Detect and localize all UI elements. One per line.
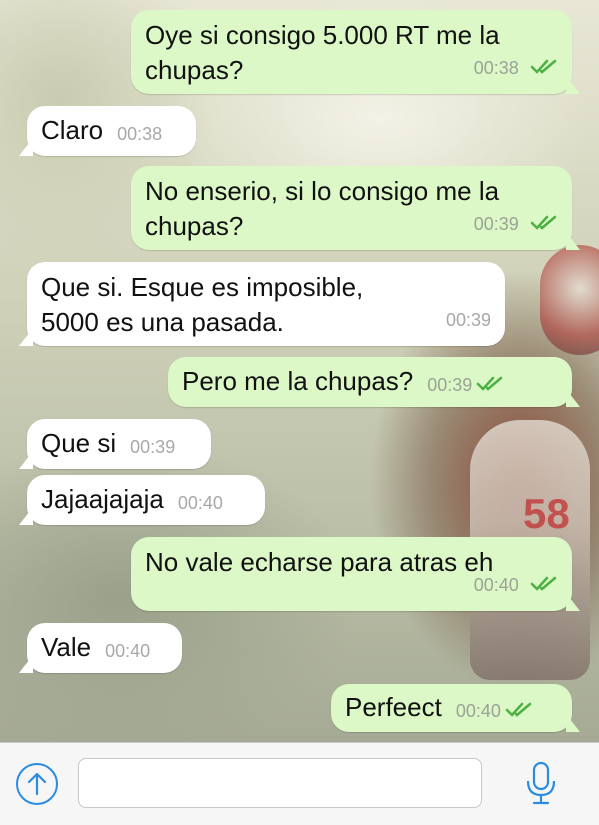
message-text: Jajaajajaja bbox=[41, 484, 164, 514]
message-text: Pero me la chupas? bbox=[182, 366, 414, 396]
bubble-tail bbox=[566, 593, 580, 611]
bubble-tail bbox=[566, 232, 580, 250]
message-text: No vale echarse para atras eh bbox=[145, 547, 494, 577]
message-meta: 00:40 bbox=[105, 631, 150, 669]
message-incoming[interactable]: Claro 00:38 bbox=[19, 106, 196, 156]
message-text: Que si bbox=[41, 428, 117, 458]
message-incoming[interactable]: Que si. Esque es imposible, 5000 es una … bbox=[19, 262, 505, 346]
bubble-tail bbox=[19, 328, 33, 346]
message-outgoing[interactable]: No vale echarse para atras eh 00:40 bbox=[131, 537, 580, 611]
message-outgoing[interactable]: Oye si consigo 5.000 RT me la chupas? 00… bbox=[131, 10, 580, 94]
bubble-tail bbox=[19, 655, 33, 673]
double-check-icon bbox=[477, 376, 503, 391]
message-meta: 00:39 bbox=[427, 365, 504, 403]
message-incoming[interactable]: Que si 00:39 bbox=[19, 419, 211, 469]
message-text: Claro bbox=[41, 115, 104, 145]
message-meta: 00:40 bbox=[178, 483, 223, 521]
message-text: Vale bbox=[41, 632, 92, 662]
message-text: Que si. Esque es imposible, 5000 es una … bbox=[41, 272, 364, 337]
message-time: 00:40 bbox=[177, 493, 223, 513]
message-time: 00:40 bbox=[473, 575, 519, 595]
bubble-tail bbox=[19, 507, 33, 525]
double-check-icon bbox=[530, 576, 557, 591]
message-meta: 00:40 bbox=[456, 691, 533, 729]
message-time: 00:39 bbox=[445, 310, 491, 330]
message-meta: 00:38 bbox=[474, 48, 558, 86]
message-incoming[interactable]: Jajaajajaja 00:40 bbox=[19, 475, 265, 525]
message-incoming[interactable]: Vale 00:40 bbox=[19, 623, 182, 673]
double-check-icon bbox=[530, 215, 557, 230]
message-outgoing[interactable]: No enserio, si lo consigo me la chupas? … bbox=[131, 166, 580, 250]
arrow-up-circle-icon[interactable] bbox=[16, 763, 58, 805]
double-check-icon bbox=[505, 702, 532, 717]
message-meta: 00:40 bbox=[474, 565, 558, 603]
message-time: 00:38 bbox=[473, 58, 519, 78]
message-time: 00:39 bbox=[427, 375, 473, 395]
double-check-icon bbox=[530, 59, 557, 74]
bubble-tail bbox=[566, 714, 580, 732]
message-time: 00:39 bbox=[473, 214, 519, 234]
message-time: 00:40 bbox=[455, 701, 501, 721]
message-time: 00:40 bbox=[105, 641, 151, 661]
bubble-tail bbox=[19, 451, 33, 469]
message-time: 00:38 bbox=[117, 124, 163, 144]
bubble-tail bbox=[566, 389, 580, 407]
message-input[interactable] bbox=[78, 758, 482, 808]
message-text: Oye si consigo 5.000 RT me la chupas? bbox=[145, 20, 500, 85]
message-meta: 00:39 bbox=[446, 300, 491, 338]
message-meta: 00:39 bbox=[130, 427, 175, 465]
message-meta: 00:39 bbox=[474, 204, 558, 242]
bubble-tail bbox=[566, 76, 580, 94]
message-text: No enserio, si lo consigo me la chupas? bbox=[145, 176, 500, 241]
message-outgoing[interactable]: Pero me la chupas? 00:39 bbox=[168, 357, 580, 407]
bubble-tail bbox=[19, 138, 33, 156]
message-meta: 00:38 bbox=[117, 114, 162, 152]
message-list: Oye si consigo 5.000 RT me la chupas? 00… bbox=[0, 0, 599, 742]
message-outgoing[interactable]: Perfeect 00:40 bbox=[331, 684, 580, 732]
message-time: 00:39 bbox=[130, 437, 176, 457]
message-text: Perfeect bbox=[345, 692, 442, 722]
microphone-icon[interactable] bbox=[523, 760, 559, 808]
